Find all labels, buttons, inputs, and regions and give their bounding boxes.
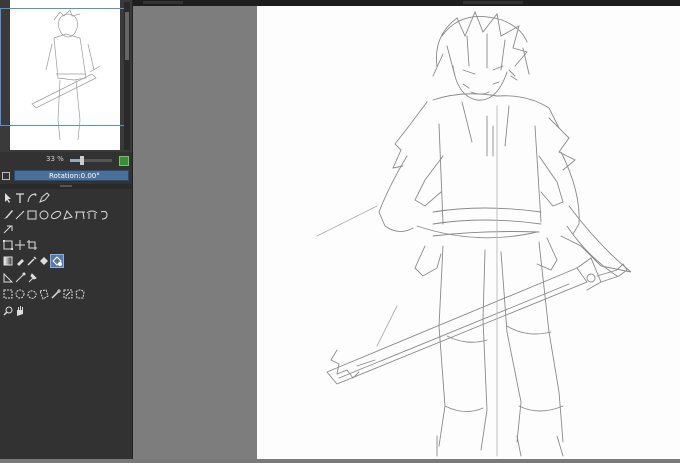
pan-icon[interactable] xyxy=(14,305,26,317)
rect-select-icon[interactable] xyxy=(2,288,14,300)
bezier-select-icon[interactable] xyxy=(74,288,86,300)
polyline-icon[interactable] xyxy=(62,209,74,221)
pointer-icon[interactable] xyxy=(2,192,14,204)
zoom-icon[interactable] xyxy=(2,305,14,317)
canvas-area[interactable] xyxy=(133,6,680,459)
crop-icon[interactable] xyxy=(26,239,38,251)
assistant-icon[interactable] xyxy=(14,272,26,284)
selected-tool-icon[interactable] xyxy=(50,254,64,268)
color-picker-icon[interactable] xyxy=(26,255,38,267)
zoom-slider[interactable] xyxy=(70,156,112,165)
move-icon[interactable] xyxy=(14,239,26,251)
rotation-row: Rotation:0.00° xyxy=(0,170,132,182)
pen-curve-icon[interactable] xyxy=(26,192,38,204)
splitter-grip xyxy=(60,185,72,187)
brush-icon[interactable] xyxy=(2,209,14,221)
gradient-icon[interactable] xyxy=(2,255,14,267)
sketch-drawing xyxy=(316,10,632,457)
polygon-select-icon[interactable] xyxy=(38,288,50,300)
ellipse-select-icon[interactable] xyxy=(14,288,26,300)
document-tab[interactable] xyxy=(463,1,523,4)
ellipse-icon[interactable] xyxy=(38,209,50,221)
freehand-path-icon[interactable] xyxy=(86,209,98,221)
transform-icon[interactable] xyxy=(2,239,14,251)
panel-splitter[interactable] xyxy=(0,184,132,189)
line-icon[interactable] xyxy=(14,209,26,221)
rect-icon[interactable] xyxy=(26,209,38,221)
zoom-to-fit-button[interactable] xyxy=(119,156,129,166)
rotation-slider[interactable]: Rotation:0.00° xyxy=(14,170,129,181)
freehand-select-icon[interactable] xyxy=(26,288,38,300)
scrollbar-thumb[interactable] xyxy=(125,12,129,60)
overview-scrollbar[interactable] xyxy=(124,2,130,150)
multibrush-icon[interactable] xyxy=(2,223,14,235)
bezier-icon[interactable] xyxy=(74,209,86,221)
fill-icon[interactable] xyxy=(14,255,26,267)
dynamic-brush-icon[interactable] xyxy=(98,209,110,221)
polygon-icon[interactable] xyxy=(50,209,62,221)
left-docker-panel: 33 % Rotation:0.00° xyxy=(0,0,133,459)
rotation-reset-icon[interactable] xyxy=(2,172,10,180)
document-tab[interactable] xyxy=(143,1,183,4)
view-rectangle[interactable] xyxy=(0,8,128,126)
pin-icon[interactable] xyxy=(26,272,38,284)
rotation-value: :0.00° xyxy=(78,172,100,180)
pen-icon[interactable] xyxy=(38,192,50,204)
measure-icon[interactable] xyxy=(2,272,14,284)
zoom-slider-handle[interactable] xyxy=(80,156,84,165)
magic-wand-icon[interactable] xyxy=(50,288,62,300)
rotation-label: Rotation xyxy=(49,172,79,180)
zoom-row: 33 % xyxy=(0,152,132,168)
drawing-canvas[interactable] xyxy=(257,6,680,459)
zoom-label: 33 % xyxy=(46,155,64,163)
overview-docker xyxy=(0,0,132,152)
similar-select-icon[interactable] xyxy=(62,288,74,300)
text-icon[interactable] xyxy=(14,192,26,204)
reference-icon[interactable] xyxy=(38,255,50,267)
